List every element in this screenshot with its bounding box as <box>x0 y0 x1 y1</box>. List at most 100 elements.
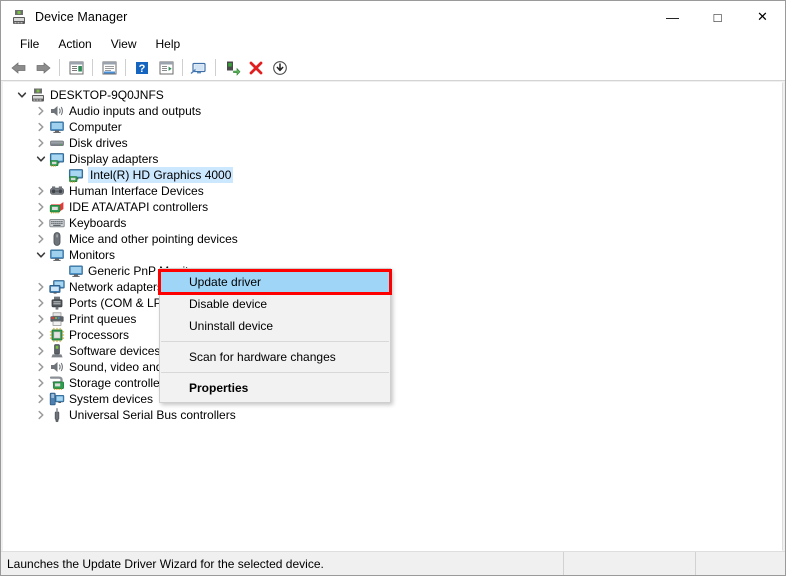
system-device-icon <box>49 391 65 407</box>
update-driver-icon[interactable] <box>97 57 121 79</box>
chevron-right-icon[interactable] <box>33 103 49 119</box>
chevron-right-icon[interactable] <box>33 327 49 343</box>
software-device-icon <box>49 343 65 359</box>
tree-item-label: Intel(R) HD Graphics 4000 <box>88 167 234 183</box>
tree-item-label: Keyboards <box>69 216 127 230</box>
device-tree: DESKTOP-9Q0JNFS Audio inputs and outputs C… <box>4 83 782 550</box>
chevron-right-icon[interactable] <box>33 215 49 231</box>
chevron-right-icon[interactable] <box>33 311 49 327</box>
tree-item-label: Computer <box>69 120 122 134</box>
chevron-right-icon[interactable] <box>33 359 49 375</box>
device-tree-pane[interactable]: DESKTOP-9Q0JNFS Audio inputs and outputs C… <box>3 82 783 551</box>
menu-file[interactable]: File <box>11 35 48 53</box>
window-title: Device Manager <box>35 10 128 24</box>
printer-icon <box>49 311 65 327</box>
status-bar: Launches the Update Driver Wizard for th… <box>1 551 785 575</box>
scan-hardware-icon[interactable] <box>154 57 178 79</box>
back-icon[interactable] <box>7 57 31 79</box>
tree-item[interactable]: Intel(R) HD Graphics 4000 <box>4 167 782 183</box>
tree-item-label: Universal Serial Bus controllers <box>69 408 236 422</box>
context-menu-item-disable-device[interactable]: Disable device <box>160 293 390 315</box>
chevron-right-icon[interactable] <box>33 391 49 407</box>
close-button[interactable]: ✕ <box>740 1 785 33</box>
context-menu-item-properties[interactable]: Properties <box>160 377 390 399</box>
tree-item-label: Human Interface Devices <box>69 184 204 198</box>
chevron-right-icon[interactable] <box>33 343 49 359</box>
tree-item[interactable]: Ports (COM & LPT) <box>4 295 782 311</box>
tree-item-label: DESKTOP-9Q0JNFS <box>50 88 164 102</box>
tree-item[interactable]: Processors <box>4 327 782 343</box>
tree-item-label: Processors <box>69 328 130 342</box>
context-menu: Update driver Disable device Uninstall d… <box>158 268 392 403</box>
window-controls: — □ ✕ <box>650 1 785 33</box>
chevron-down-icon[interactable] <box>33 247 49 263</box>
context-menu-separator <box>161 341 389 342</box>
toolbar-separator <box>125 59 126 76</box>
scan-monitor-icon[interactable] <box>187 57 211 79</box>
chevron-right-icon[interactable] <box>33 119 49 135</box>
chevron-right-icon[interactable] <box>33 135 49 151</box>
context-menu-item-uninstall-device[interactable]: Uninstall device <box>160 315 390 337</box>
tree-item-label: Software devices <box>69 344 161 358</box>
speaker-icon <box>49 103 65 119</box>
tree-item-label: Print queues <box>69 312 137 326</box>
chevron-right-icon[interactable] <box>33 375 49 391</box>
tree-item[interactable]: System devices <box>4 391 782 407</box>
chevron-right-icon[interactable] <box>33 407 49 423</box>
toolbar: ? <box>1 55 785 81</box>
monitor-icon <box>68 263 84 279</box>
chevron-right-icon[interactable] <box>33 295 49 311</box>
tree-item[interactable]: Audio inputs and outputs <box>4 103 782 119</box>
toolbar-separator <box>92 59 93 76</box>
forward-icon[interactable] <box>31 57 55 79</box>
help-icon[interactable]: ? <box>130 57 154 79</box>
tree-item-label: Disk drives <box>69 136 128 150</box>
monitor-icon <box>49 119 65 135</box>
tree-item[interactable]: IDE ATA/ATAPI controllers <box>4 199 782 215</box>
menu-help[interactable]: Help <box>147 35 190 53</box>
tree-item[interactable]: Computer <box>4 119 782 135</box>
tree-item[interactable]: Disk drives <box>4 135 782 151</box>
chevron-down-icon[interactable] <box>14 87 30 103</box>
menu-action[interactable]: Action <box>49 35 100 53</box>
tree-item-label: Monitors <box>69 248 116 262</box>
tree-item[interactable]: Mice and other pointing devices <box>4 231 782 247</box>
tree-item[interactable]: Software devices <box>4 343 782 359</box>
tree-item[interactable]: Keyboards <box>4 215 782 231</box>
minimize-button[interactable]: — <box>650 1 695 33</box>
chevron-right-icon[interactable] <box>33 231 49 247</box>
menu-view[interactable]: View <box>102 35 146 53</box>
network-adapter-icon <box>49 279 65 295</box>
disable-device-icon[interactable] <box>268 57 292 79</box>
chevron-right-icon[interactable] <box>33 199 49 215</box>
tree-item[interactable]: Network adapters <box>4 279 782 295</box>
storage-controller-icon <box>49 375 65 391</box>
tree-item[interactable]: Generic PnP Monitor <box>4 263 782 279</box>
device-manager-window: Device Manager — □ ✕ File Action View He… <box>0 0 786 576</box>
properties-icon[interactable] <box>64 57 88 79</box>
maximize-button[interactable]: □ <box>695 1 740 33</box>
ide-controller-icon <box>49 199 65 215</box>
display-adapter-icon <box>68 167 84 183</box>
tree-item-label: System devices <box>69 392 154 406</box>
tree-root-item[interactable]: DESKTOP-9Q0JNFS <box>4 87 782 103</box>
tree-item[interactable]: Human Interface Devices <box>4 183 782 199</box>
display-adapter-icon <box>49 151 65 167</box>
chevron-down-icon[interactable] <box>33 151 49 167</box>
context-menu-item-scan-for-hardware-changes[interactable]: Scan for hardware changes <box>160 346 390 368</box>
tree-item[interactable]: Storage controllers <box>4 375 782 391</box>
tree-item[interactable]: Sound, video and game controllers <box>4 359 782 375</box>
keyboard-icon <box>49 215 65 231</box>
uninstall-device-icon[interactable] <box>244 57 268 79</box>
tree-item[interactable]: Display adapters <box>4 151 782 167</box>
context-menu-item-update-driver[interactable]: Update driver <box>158 269 392 295</box>
tree-item-label: Ports (COM & LPT) <box>69 296 174 310</box>
enable-device-icon[interactable] <box>220 57 244 79</box>
tree-item[interactable]: Universal Serial Bus controllers <box>4 407 782 423</box>
tree-item-label: Display adapters <box>69 152 159 166</box>
chevron-right-icon[interactable] <box>33 183 49 199</box>
tree-item[interactable]: Monitors <box>4 247 782 263</box>
chevron-right-icon[interactable] <box>33 279 49 295</box>
monitor-icon <box>49 247 65 263</box>
tree-item[interactable]: Print queues <box>4 311 782 327</box>
